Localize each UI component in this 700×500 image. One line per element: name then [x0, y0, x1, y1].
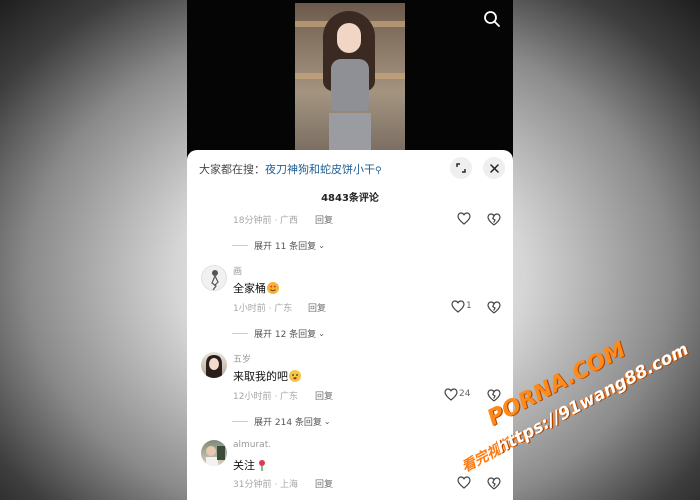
hot-search-keyword[interactable]: 夜刀神狗和蛇皮饼小干	[265, 163, 375, 176]
comment-username[interactable]: 五岁	[233, 352, 251, 365]
chevron-down-icon: ⌄	[318, 329, 325, 338]
like-icon[interactable]	[457, 212, 471, 225]
comment-username[interactable]: almurat.	[233, 440, 271, 450]
comment-meta: 18分钟前 · 广西	[233, 216, 299, 226]
comment-sheet: 大家都在搜：夜刀神狗和蛇皮饼小干⚲ 4843条评论 18分钟前 · 广西 回复 …	[187, 150, 513, 500]
reply-button[interactable]: 回复	[315, 477, 333, 490]
expand-replies-button[interactable]: 展开 11 条回复 ⌄	[232, 239, 325, 252]
video-frame[interactable]	[295, 3, 405, 153]
video-player[interactable]: 大家都在搜：夜刀神狗和蛇皮饼小干⚲ 4843条评论 18分钟前 · 广西 回复 …	[187, 0, 513, 500]
hot-search-prefix: 大家都在搜：	[199, 163, 265, 176]
chevron-down-icon: ⌄	[318, 241, 325, 250]
expand-replies-label: 展开 214 条回复	[254, 418, 322, 428]
like-icon[interactable]	[457, 476, 471, 489]
comment-meta: 12小时前 · 广东	[233, 392, 299, 402]
expand-replies-button[interactable]: 展开 214 条回复 ⌄	[232, 415, 331, 428]
avatar[interactable]	[201, 352, 227, 378]
comment-body: 关注	[233, 459, 255, 472]
expand-icon[interactable]	[450, 157, 472, 179]
expand-replies-label: 展开 11 条回复	[254, 242, 317, 252]
avatar[interactable]	[201, 265, 227, 291]
comment-username[interactable]: 画	[233, 264, 242, 277]
search-small-icon: ⚲	[375, 166, 382, 176]
comment-text: 来取我的吧	[233, 368, 301, 384]
comment-meta: 31分钟前 · 上海	[233, 480, 299, 490]
like-icon[interactable]	[451, 300, 465, 313]
expand-replies-button[interactable]: 展开 12 条回复 ⌄	[232, 327, 325, 340]
search-icon[interactable]	[483, 10, 501, 28]
comment-count: 4843条评论	[321, 193, 379, 204]
like-icon[interactable]	[444, 388, 458, 401]
like-count: 1	[466, 301, 472, 311]
close-icon[interactable]	[483, 157, 505, 179]
reply-button[interactable]: 回复	[308, 301, 326, 314]
dislike-icon[interactable]	[487, 212, 501, 226]
chevron-down-icon: ⌄	[323, 417, 331, 426]
comment-body: 全家桶	[233, 282, 266, 295]
reply-button[interactable]: 回复	[315, 213, 333, 226]
heart-eyes-emoji	[267, 282, 279, 294]
dislike-icon[interactable]	[487, 388, 501, 402]
comment-text: 全家桶	[233, 280, 279, 296]
comment-text: 关注	[233, 457, 268, 473]
expand-replies-label: 展开 12 条回复	[254, 330, 317, 340]
rose-emoji	[256, 459, 268, 471]
dislike-icon[interactable]	[487, 300, 501, 314]
like-count: 24	[459, 389, 471, 399]
blush-emoji	[289, 370, 301, 382]
dislike-icon[interactable]	[487, 476, 501, 490]
comment-body: 来取我的吧	[233, 370, 288, 383]
comment-meta: 1小时前 · 广东	[233, 304, 293, 314]
watermark-url: https://91wang88.com	[493, 339, 692, 458]
hot-search-bar[interactable]: 大家都在搜：夜刀神狗和蛇皮饼小干⚲	[199, 161, 382, 177]
avatar[interactable]	[201, 440, 227, 466]
reply-button[interactable]: 回复	[315, 389, 333, 402]
